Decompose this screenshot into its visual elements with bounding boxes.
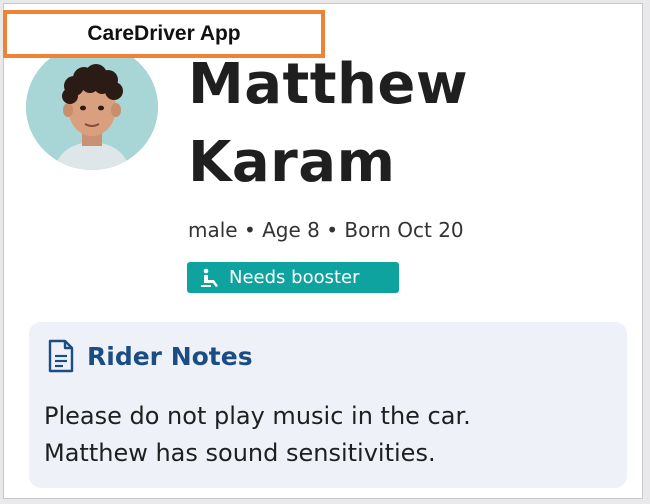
note-line: Please do not play music in the car. — [44, 402, 471, 430]
document-icon — [48, 339, 74, 373]
rider-notes-card: Rider Notes Please do not play music in … — [29, 322, 627, 488]
rider-notes-text: Please do not play music in the car. Mat… — [44, 398, 614, 472]
rider-name-heading: Matthew Karam — [188, 46, 608, 202]
note-line: Matthew has sound sensitivities. — [44, 439, 436, 467]
rider-avatar — [26, 44, 158, 170]
rider-notes-title: Rider Notes — [87, 341, 253, 371]
detail-separator: • — [326, 218, 339, 242]
rider-last-name: Karam — [188, 130, 396, 195]
rider-gender: male — [188, 218, 238, 242]
badge-label: Needs booster — [229, 267, 360, 288]
detail-separator: • — [243, 218, 256, 242]
app-title-label: CareDriver App — [3, 10, 325, 58]
rider-notes-header: Rider Notes — [47, 339, 253, 373]
screen-frame: Matthew Karam male • Age 8 • Born Oct 20… — [3, 3, 643, 499]
car-seat-icon — [201, 268, 218, 287]
rider-birthdate: Born Oct 20 — [344, 218, 464, 242]
rider-age: Age 8 — [262, 218, 320, 242]
rider-details: male • Age 8 • Born Oct 20 — [188, 218, 464, 242]
needs-booster-badge: Needs booster — [187, 262, 399, 293]
child-portrait-image — [26, 44, 158, 170]
